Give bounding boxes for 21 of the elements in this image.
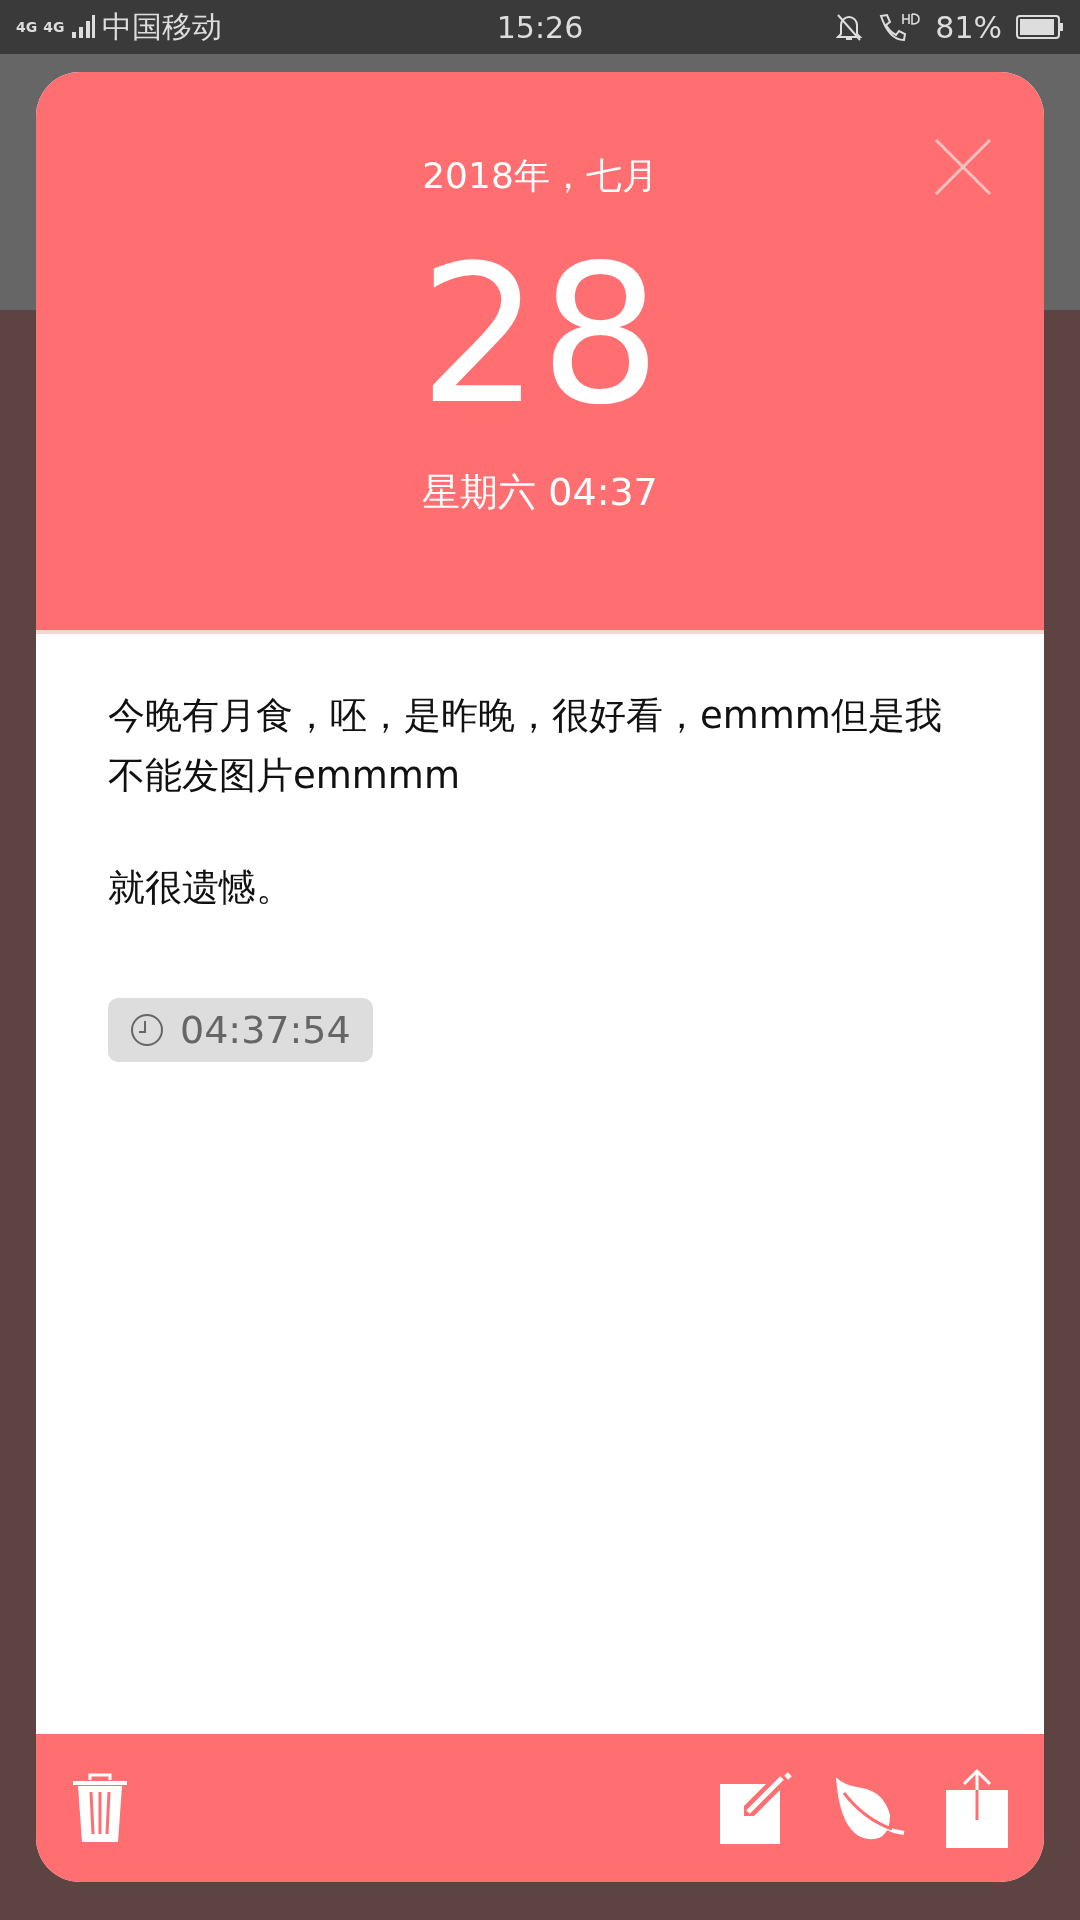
clock-icon bbox=[130, 1013, 164, 1047]
hd-call-icon bbox=[877, 12, 922, 42]
weekday-time: 星期六 04:37 bbox=[422, 469, 658, 516]
network-type: 4G bbox=[43, 19, 65, 35]
edit-icon[interactable] bbox=[720, 1772, 794, 1844]
trash-icon[interactable] bbox=[72, 1772, 128, 1844]
year-month: 2018年，七月 bbox=[422, 154, 658, 198]
leaf-icon[interactable] bbox=[834, 1775, 906, 1841]
day-number: 28 bbox=[419, 241, 661, 431]
battery-percent: 81% bbox=[935, 9, 1002, 45]
network-type: 4G bbox=[16, 19, 38, 35]
note-paragraph: 今晚有月食，呸，是昨晚，很好看，emmm但是我不能发图片emmmm bbox=[108, 693, 943, 799]
timestamp-text: 04:37:54 bbox=[180, 1008, 351, 1052]
carrier-name: 中国移动 bbox=[102, 7, 223, 46]
share-icon[interactable] bbox=[946, 1768, 1008, 1848]
status-time: 15:26 bbox=[496, 9, 584, 45]
signal-icon bbox=[70, 14, 97, 40]
mute-bell-icon bbox=[835, 12, 864, 42]
close-icon[interactable] bbox=[934, 138, 992, 196]
note-paragraph: 就很遗憾。 bbox=[108, 865, 294, 911]
battery-icon bbox=[1016, 15, 1064, 39]
